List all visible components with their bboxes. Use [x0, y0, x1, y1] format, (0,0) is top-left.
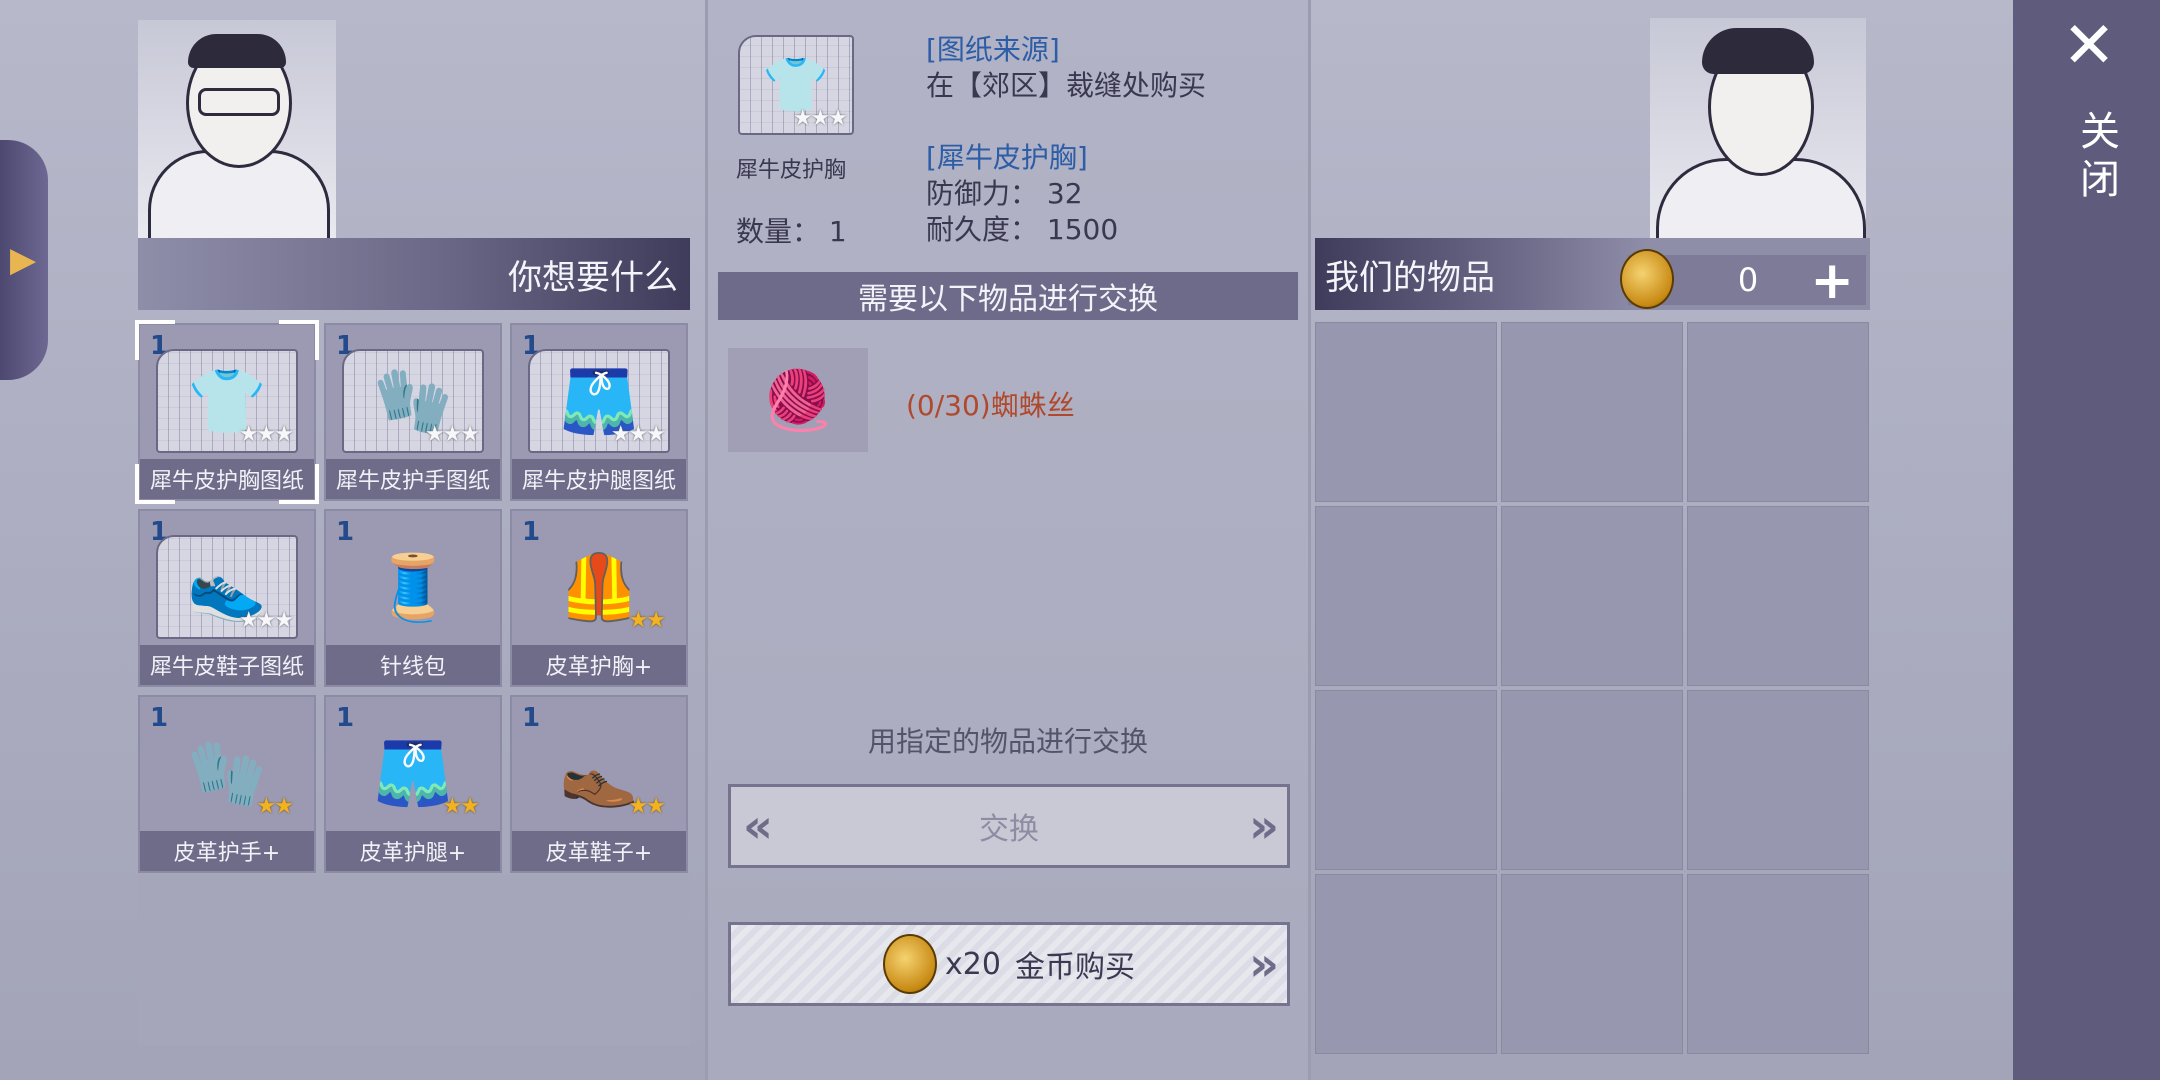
- rarity-stars: ★★: [442, 794, 480, 819]
- rarity-stars: ★★: [628, 608, 666, 633]
- required-item-slot[interactable]: 🧶: [728, 348, 868, 452]
- item-slot[interactable]: 1 👟 ★★★ 犀牛皮鞋子图纸: [138, 509, 316, 687]
- buy-label: 金币购买: [1014, 950, 1135, 985]
- chest-armor-icon: 🦺: [559, 550, 639, 625]
- inventory-slot[interactable]: [1315, 874, 1497, 1054]
- item-label: 犀牛皮鞋子图纸: [140, 645, 314, 685]
- close-icon[interactable]: ✕: [2061, 14, 2117, 78]
- side-drawer-tab[interactable]: ▶: [0, 140, 48, 380]
- durability-label: 耐久度：: [926, 213, 1039, 246]
- inventory-slot[interactable]: [1687, 690, 1869, 870]
- double-chevron-left-icon: ‹‹: [743, 799, 773, 853]
- coin-balance: 0 +: [1620, 249, 1866, 311]
- buy-amount: x20: [945, 946, 1001, 982]
- requirements-header: 需要以下物品进行交换: [718, 272, 1298, 320]
- empty-area: [138, 875, 690, 1045]
- double-chevron-right-icon: ››: [1249, 799, 1279, 853]
- gold-coin-icon: [883, 934, 938, 994]
- coin-count: 0: [1737, 261, 1759, 299]
- trade-detail-panel: 👕 ★★★ 犀牛皮护胸 数量： 1 [图纸来源] 在【郊区】裁缝处购买 [犀牛皮…: [705, 0, 1311, 1080]
- inventory-slot[interactable]: [1687, 874, 1869, 1054]
- wanted-item-grid: 1 👕 ★★★ 犀牛皮护胸图纸 1 🧤 ★★★ 犀牛皮护手图纸 1 🩳 ★★★ …: [135, 320, 688, 873]
- rarity-stars: ★★★: [610, 422, 666, 447]
- quantity-row: 数量： 1: [736, 210, 847, 250]
- item-label: 犀牛皮护胸图纸: [140, 459, 314, 499]
- quantity-label: 数量：: [736, 215, 821, 248]
- rarity-stars: ★★★: [238, 608, 294, 633]
- defense-row: 防御力： 32: [926, 172, 1083, 212]
- gold-coin-icon: [1620, 249, 1674, 309]
- gloves-icon: 🧤: [187, 736, 267, 811]
- item-label: 针线包: [326, 645, 500, 685]
- shoes-icon: 👞: [559, 736, 639, 811]
- item-label: 皮革护腿+: [326, 831, 500, 871]
- defense-label: 防御力：: [926, 177, 1039, 210]
- rarity-stars: ★★: [256, 794, 294, 819]
- our-items-header-title: 我们的物品: [1325, 257, 1495, 298]
- item-slot[interactable]: 1 🩳 ★★★ 犀牛皮护腿图纸: [510, 323, 688, 501]
- inventory-slot[interactable]: [1501, 874, 1683, 1054]
- item-label: 皮革护手+: [140, 831, 314, 871]
- quantity-value: 1: [828, 215, 847, 248]
- inventory-slot[interactable]: [1501, 506, 1683, 686]
- item-label: 皮革护胸+: [512, 645, 686, 685]
- item-label: 皮革鞋子+: [512, 831, 686, 871]
- item-slot[interactable]: 1 🧤 ★★★ 犀牛皮护手图纸: [324, 323, 502, 501]
- inventory-slot[interactable]: [1501, 690, 1683, 870]
- item-slot[interactable]: 1 🦺 ★★ 皮革护胸+: [510, 509, 688, 687]
- inventory-slot[interactable]: [1687, 506, 1869, 686]
- wanted-header-title: 你想要什么: [508, 257, 678, 298]
- wanted-header: 你想要什么: [138, 238, 690, 310]
- selected-item-name: 犀牛皮护胸: [736, 158, 847, 183]
- item-quantity: 1: [150, 331, 169, 361]
- blueprint-icon: 👕 ★★★: [738, 35, 854, 135]
- product-title: [犀牛皮护胸]: [926, 141, 1088, 174]
- inventory-slot[interactable]: [1315, 690, 1497, 870]
- inventory-slot[interactable]: [1315, 506, 1497, 686]
- leg-armor-icon: 🩳: [373, 736, 453, 811]
- exchange-hint: 用指定的物品进行交换: [867, 725, 1148, 758]
- durability-value: 1500: [1046, 213, 1119, 246]
- our-items-panel: 我们的物品 0 +: [1315, 0, 1870, 1080]
- double-chevron-right-icon: ››: [1249, 937, 1279, 991]
- item-slot[interactable]: 1 🧵 针线包: [324, 509, 502, 687]
- exchange-button[interactable]: ‹‹ 交换 ››: [728, 784, 1290, 868]
- sewing-kit-icon: 🧵: [373, 550, 453, 625]
- chevron-right-icon: ▶: [10, 240, 37, 280]
- source-text: 在【郊区】裁缝处购买: [926, 69, 1207, 102]
- close-bar[interactable]: ✕ 关闭: [2013, 0, 2160, 1080]
- rarity-stars: ★★★: [424, 422, 480, 447]
- item-slot[interactable]: 1 🩳 ★★ 皮革护腿+: [324, 695, 502, 873]
- durability-row: 耐久度： 1500: [926, 208, 1118, 248]
- inventory-grid: [1315, 322, 1869, 1054]
- selected-item-thumb: 👕 ★★★: [738, 35, 858, 143]
- inventory-slot[interactable]: [1501, 322, 1683, 502]
- item-slot[interactable]: 1 👕 ★★★ 犀牛皮护胸图纸: [135, 320, 319, 504]
- exchange-button-label: 交换: [979, 812, 1039, 847]
- buy-with-coins-button[interactable]: x20 金币购买 ››: [728, 922, 1290, 1006]
- rarity-stars: ★★★: [238, 422, 294, 447]
- item-label: 犀牛皮护腿图纸: [512, 459, 686, 499]
- item-slot[interactable]: 1 👞 ★★ 皮革鞋子+: [510, 695, 688, 873]
- rarity-stars: ★★★: [792, 106, 848, 131]
- defense-value: 32: [1046, 177, 1083, 210]
- inventory-slot[interactable]: [1687, 322, 1869, 502]
- merchant-portrait: [138, 20, 336, 238]
- source-title: [图纸来源]: [926, 33, 1060, 66]
- item-label: 犀牛皮护手图纸: [326, 459, 500, 499]
- requirement-text: (0/30)蜘蛛丝: [906, 389, 1075, 422]
- item-slot[interactable]: 1 🧤 ★★ 皮革护手+: [138, 695, 316, 873]
- spider-silk-icon: 🧶: [761, 365, 835, 434]
- inventory-slot[interactable]: [1315, 322, 1497, 502]
- add-coins-button[interactable]: +: [1810, 251, 1854, 311]
- wanted-items-panel: 你想要什么 1 👕 ★★★ 犀牛皮护胸图纸 1 🧤 ★★★ 犀牛皮护手图纸 1 …: [130, 0, 690, 1080]
- rarity-stars: ★★: [628, 794, 666, 819]
- close-label: 关闭: [2073, 110, 2119, 206]
- trader-portrait: [1650, 18, 1866, 238]
